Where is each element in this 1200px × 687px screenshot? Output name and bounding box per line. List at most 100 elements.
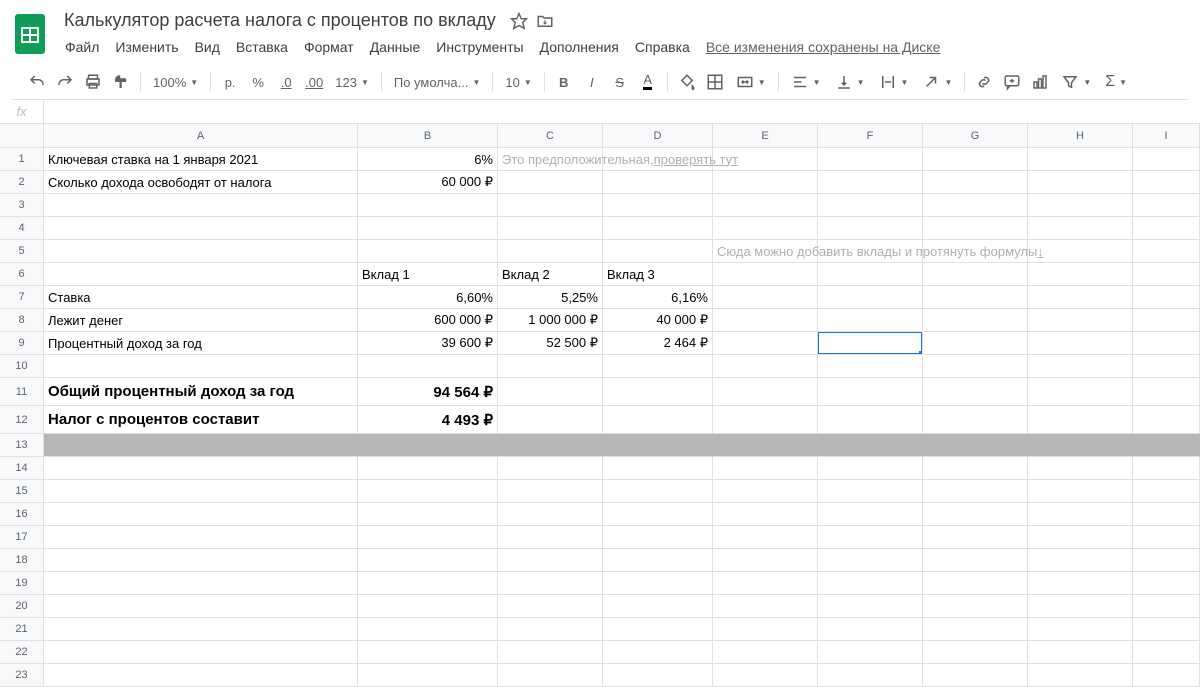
cell-E4[interactable] xyxy=(713,217,818,240)
font-family-dropdown[interactable]: По умолча...▼ xyxy=(388,69,486,95)
cell-E8[interactable] xyxy=(713,309,818,332)
cell-C19[interactable] xyxy=(498,572,603,595)
halign-icon[interactable]: ▼ xyxy=(785,69,827,95)
cell-I5[interactable] xyxy=(1133,240,1200,263)
cell-F11[interactable] xyxy=(818,378,923,406)
row-header-9[interactable]: 9 xyxy=(0,332,44,355)
col-header-C[interactable]: C xyxy=(498,124,603,148)
cell-B20[interactable] xyxy=(358,595,498,618)
cell-I13[interactable] xyxy=(1133,434,1200,457)
format-currency[interactable]: р. xyxy=(217,69,243,95)
cell-A6[interactable] xyxy=(44,263,358,286)
cell-C15[interactable] xyxy=(498,480,603,503)
borders-icon[interactable] xyxy=(702,69,728,95)
row-header-15[interactable]: 15 xyxy=(0,480,44,503)
cell-H4[interactable] xyxy=(1028,217,1133,240)
cell-C1[interactable]: Это предположительная, проверять тут xyxy=(498,148,603,171)
format-123[interactable]: 123▼ xyxy=(329,69,375,95)
cell-D11[interactable] xyxy=(603,378,713,406)
chart-icon[interactable] xyxy=(1027,69,1053,95)
cell-C4[interactable] xyxy=(498,217,603,240)
cell-I17[interactable] xyxy=(1133,526,1200,549)
functions-icon[interactable]: Σ▼ xyxy=(1099,69,1133,95)
col-header-B[interactable]: B xyxy=(358,124,498,148)
cell-A22[interactable] xyxy=(44,641,358,664)
cell-F4[interactable] xyxy=(818,217,923,240)
row-header-8[interactable]: 8 xyxy=(0,309,44,332)
cell-E15[interactable] xyxy=(713,480,818,503)
cell-F15[interactable] xyxy=(818,480,923,503)
row-header-12[interactable]: 12 xyxy=(0,406,44,434)
cell-C23[interactable] xyxy=(498,664,603,687)
cell-D9[interactable]: 2 464 ₽ xyxy=(603,332,713,355)
cell-I10[interactable] xyxy=(1133,355,1200,378)
cell-E6[interactable] xyxy=(713,263,818,286)
star-icon[interactable] xyxy=(510,12,528,30)
menu-format[interactable]: Формат xyxy=(297,35,361,59)
cell-B16[interactable] xyxy=(358,503,498,526)
cell-C13[interactable] xyxy=(498,434,603,457)
cell-H14[interactable] xyxy=(1028,457,1133,480)
cell-H2[interactable] xyxy=(1028,171,1133,194)
bold-button[interactable]: B xyxy=(551,69,577,95)
menu-data[interactable]: Данные xyxy=(363,35,428,59)
cell-F3[interactable] xyxy=(818,194,923,217)
cell-B7[interactable]: 6,60% xyxy=(358,286,498,309)
cell-G16[interactable] xyxy=(923,503,1028,526)
cell-D6[interactable]: Вклад 3 xyxy=(603,263,713,286)
cell-A17[interactable] xyxy=(44,526,358,549)
cell-D23[interactable] xyxy=(603,664,713,687)
cell-F2[interactable] xyxy=(818,171,923,194)
menu-help[interactable]: Справка xyxy=(628,35,697,59)
cell-F20[interactable] xyxy=(818,595,923,618)
cell-F6[interactable] xyxy=(818,263,923,286)
row-header-10[interactable]: 10 xyxy=(0,355,44,378)
cell-I2[interactable] xyxy=(1133,171,1200,194)
cell-B18[interactable] xyxy=(358,549,498,572)
cell-A12[interactable]: Налог с процентов составит xyxy=(44,406,358,434)
col-header-F[interactable]: F xyxy=(818,124,923,148)
italic-button[interactable]: I xyxy=(579,69,605,95)
cell-D13[interactable] xyxy=(603,434,713,457)
cell-I12[interactable] xyxy=(1133,406,1200,434)
cell-D3[interactable] xyxy=(603,194,713,217)
row-header-11[interactable]: 11 xyxy=(0,378,44,406)
cell-C6[interactable]: Вклад 2 xyxy=(498,263,603,286)
decrease-decimal[interactable]: .0 xyxy=(273,69,299,95)
cell-H22[interactable] xyxy=(1028,641,1133,664)
cell-G11[interactable] xyxy=(923,378,1028,406)
menu-edit[interactable]: Изменить xyxy=(108,35,185,59)
cell-D20[interactable] xyxy=(603,595,713,618)
filter-icon[interactable]: ▼ xyxy=(1055,69,1097,95)
cell-C21[interactable] xyxy=(498,618,603,641)
fill-color-icon[interactable] xyxy=(674,69,700,95)
cell-I14[interactable] xyxy=(1133,457,1200,480)
cell-G1[interactable] xyxy=(923,148,1028,171)
cell-G8[interactable] xyxy=(923,309,1028,332)
cell-B4[interactable] xyxy=(358,217,498,240)
row-header-3[interactable]: 3 xyxy=(0,194,44,217)
cell-A8[interactable]: Лежит денег xyxy=(44,309,358,332)
cell-F12[interactable] xyxy=(818,406,923,434)
cell-G6[interactable] xyxy=(923,263,1028,286)
cell-E5[interactable]: Сюда можно добавить вклады и протянуть ф… xyxy=(713,240,818,263)
cell-H21[interactable] xyxy=(1028,618,1133,641)
cell-G2[interactable] xyxy=(923,171,1028,194)
row-header-22[interactable]: 22 xyxy=(0,641,44,664)
cell-B12[interactable]: 4 493 ₽ xyxy=(358,406,498,434)
cell-I15[interactable] xyxy=(1133,480,1200,503)
cell-A1[interactable]: Ключевая ставка на 1 января 2021 xyxy=(44,148,358,171)
doc-title[interactable]: Калькулятор расчета налога с процентов п… xyxy=(58,8,502,33)
cell-F10[interactable] xyxy=(818,355,923,378)
cell-I16[interactable] xyxy=(1133,503,1200,526)
cell-H16[interactable] xyxy=(1028,503,1133,526)
cell-E11[interactable] xyxy=(713,378,818,406)
cell-B14[interactable] xyxy=(358,457,498,480)
formula-input[interactable] xyxy=(44,100,1200,123)
menu-addons[interactable]: Дополнения xyxy=(533,35,626,59)
sheets-logo[interactable] xyxy=(12,16,48,52)
cell-E9[interactable] xyxy=(713,332,818,355)
zoom-dropdown[interactable]: 100%▼ xyxy=(147,69,204,95)
cell-H1[interactable] xyxy=(1028,148,1133,171)
cell-G22[interactable] xyxy=(923,641,1028,664)
